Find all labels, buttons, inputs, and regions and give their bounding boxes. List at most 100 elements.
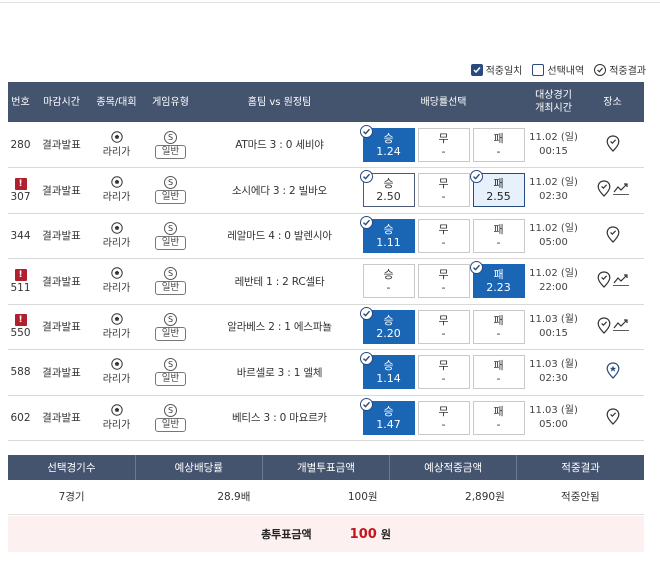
trend-chart-icon[interactable]	[612, 183, 629, 198]
summary-header-row: 선택경기수 예상배당률 개별투표금액 예상적중금액 적중결과	[8, 455, 644, 480]
header-league: 종목/대회	[90, 82, 143, 122]
row-num: 602	[10, 411, 31, 424]
row-deadline: 결과발표	[33, 395, 90, 441]
odds-value: 2.55	[486, 190, 511, 204]
odds-option[interactable]: 무 -	[417, 355, 470, 390]
selected-check-icon	[359, 352, 373, 366]
row-odds-cell: 승 1.11 무 - 패 -	[359, 213, 526, 259]
row-date: 11.03 (월)	[529, 313, 578, 325]
row-match: 레알마드 4 : 0 발렌시아	[198, 213, 361, 259]
soccer-ball-icon	[110, 130, 123, 147]
alert-icon: !	[14, 314, 27, 327]
row-deadline: 결과발표	[33, 258, 90, 305]
row-place-cell	[581, 122, 644, 168]
odds-option[interactable]: 패 -	[472, 218, 525, 253]
row-league-cell: 라리가	[90, 258, 143, 305]
row-num-cell: 344	[8, 213, 33, 259]
top-divider	[0, 0, 660, 3]
total-bet-label: 총투표금액	[261, 528, 312, 541]
table-row: ! 511 결과발표 라리가 S 일반 레반테 1 : 2 RC셀타 승 - 무…	[8, 258, 644, 305]
check-circle-icon[interactable]	[594, 63, 607, 76]
game-type-icon: S	[164, 130, 177, 144]
odds-option[interactable]: 무 -	[417, 218, 470, 253]
row-num-cell: ! 307	[8, 167, 33, 214]
location-pin-icon[interactable]	[597, 317, 611, 337]
game-type-tag: 일반	[154, 144, 187, 159]
odds-option[interactable]: 승 1.11	[359, 215, 415, 253]
filter-selection[interactable]: 선택내역	[532, 62, 584, 77]
odds-option[interactable]: 승 2.20	[359, 306, 415, 344]
game-type-tag: 일반	[154, 281, 187, 296]
odds-option[interactable]: 무 -	[417, 264, 470, 299]
row-odds-cell: 승 1.14 무 - 패 -	[359, 349, 526, 396]
filter-match[interactable]: 적중일치	[470, 62, 522, 77]
odds-option[interactable]: 무 -	[417, 173, 470, 208]
odds-value: -	[496, 144, 501, 158]
odds-option[interactable]: 무 -	[417, 309, 470, 344]
row-num-cell: ! 511	[8, 258, 33, 305]
odds-option[interactable]: 승 1.24	[359, 124, 415, 162]
row-time-cell: 11.03 (월) 05:00	[526, 395, 581, 441]
location-pin-icon[interactable]	[597, 271, 611, 291]
header-time-line1: 대상경기	[535, 90, 572, 101]
filter-result[interactable]: 적중결과	[594, 62, 646, 77]
table-row: 280 결과발표 라리가 S 일반 AT마드 3 : 0 세비야 승 1.24 …	[8, 122, 644, 168]
odds-option[interactable]: 패 -	[472, 355, 525, 390]
selected-check-icon	[469, 170, 483, 184]
soccer-ball-icon	[110, 313, 123, 329]
checkbox-checked-icon[interactable]	[470, 63, 483, 76]
game-type-tag: 일반	[154, 190, 187, 205]
row-league: 라리가	[102, 146, 131, 158]
odds-label: 패	[493, 313, 504, 327]
game-type-icon: S	[164, 176, 177, 190]
row-league: 라리가	[102, 192, 131, 204]
odds-option[interactable]: 승 1.14	[359, 352, 415, 390]
game-type-icon: S	[164, 312, 177, 326]
odds-value: -	[386, 281, 391, 295]
row-hour: 22:00	[539, 282, 568, 294]
odds-label: 패	[493, 131, 504, 145]
odds-value: -	[441, 281, 446, 295]
row-odds-cell: 승 2.50 무 - 패 2.55	[359, 167, 526, 214]
row-league-cell: 라리가	[90, 213, 143, 259]
odds-value: 1.24	[376, 144, 401, 158]
odds-label: 승	[383, 268, 394, 282]
row-gametype-cell: S 일반	[143, 213, 198, 259]
location-pin-icon[interactable]	[597, 180, 611, 200]
alert-icon: !	[14, 177, 27, 190]
odds-label: 패	[493, 404, 504, 418]
odds-option[interactable]: 패 -	[472, 309, 525, 344]
location-pin-icon[interactable]	[606, 134, 620, 155]
odds-value: 2.23	[486, 281, 511, 295]
row-time-cell: 11.03 (월) 02:30	[526, 349, 581, 396]
filter-selection-label: 선택내역	[547, 66, 585, 77]
odds-option[interactable]: 승 2.50	[359, 170, 415, 208]
table-row: ! 550 결과발표 라리가 S 일반 알라베스 2 : 1 에스파뇰 승 2.…	[8, 304, 644, 350]
location-pin-icon[interactable]	[606, 408, 620, 428]
odds-option[interactable]: 패 2.23	[469, 261, 525, 299]
odds-option[interactable]: 무 -	[417, 400, 470, 435]
row-hour: 00:15	[539, 145, 568, 157]
header-time: 대상경기 개최시간	[526, 82, 581, 122]
row-num-cell: 588	[8, 349, 33, 396]
summary-header-count: 선택경기수	[8, 455, 136, 480]
soccer-ball-icon	[110, 404, 123, 420]
odds-option[interactable]: 패 -	[472, 400, 525, 435]
trend-chart-icon[interactable]	[612, 274, 629, 289]
row-league-cell: 라리가	[90, 349, 143, 396]
trend-chart-icon[interactable]	[612, 319, 629, 334]
location-pin-icon[interactable]	[606, 226, 620, 246]
game-type-icon: S	[164, 403, 177, 417]
odds-option[interactable]: 무 -	[417, 127, 470, 162]
row-match: AT마드 3 : 0 세비야	[198, 122, 361, 168]
odds-option[interactable]: 패 -	[472, 127, 525, 162]
odds-option[interactable]: 승 1.47	[359, 397, 415, 435]
odds-label: 승	[383, 131, 394, 145]
odds-option[interactable]: 승 -	[362, 264, 415, 299]
odds-option[interactable]: 패 2.55	[469, 170, 525, 208]
summary-bet: 100원	[262, 480, 390, 515]
odds-label: 패	[493, 359, 504, 373]
checkbox-unchecked-icon[interactable]	[532, 63, 545, 76]
selected-check-icon	[359, 215, 373, 229]
location-star-pin-icon[interactable]	[606, 362, 620, 382]
